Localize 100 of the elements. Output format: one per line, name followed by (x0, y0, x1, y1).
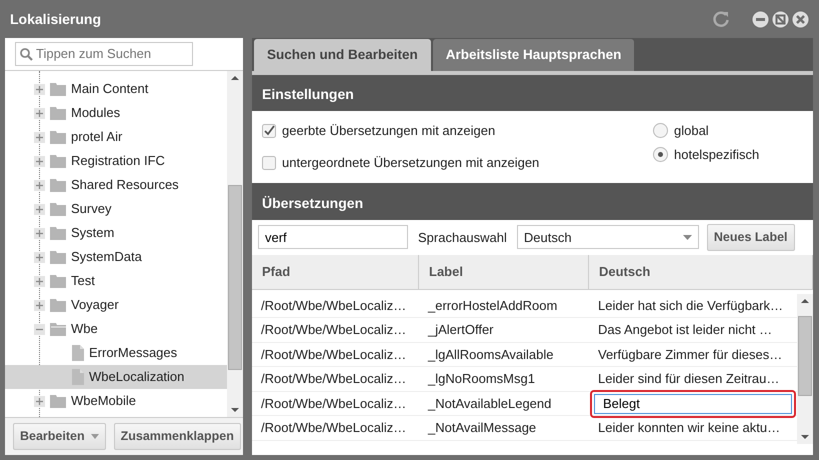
collapse-icon[interactable] (34, 324, 45, 334)
checkbox[interactable] (262, 156, 276, 170)
tree-label: System (71, 224, 114, 242)
refresh-icon[interactable] (712, 10, 730, 28)
table-cell-text: Leider hat sich die Verfügbark… (597, 296, 784, 315)
folder-icon (50, 201, 66, 217)
search-icon (20, 48, 33, 60)
table-cell-text: _errorHostelAddRoom (426, 296, 558, 315)
folder-icon (50, 177, 66, 193)
expand-icon[interactable] (34, 228, 45, 238)
checkbox[interactable] (262, 124, 276, 138)
search-field[interactable]: verf (258, 225, 408, 250)
tree-item[interactable]: WbeLocalization (5, 365, 227, 389)
tree-item[interactable]: Shared Resources (5, 173, 227, 197)
tab[interactable]: Suchen und Bearbeiten (254, 38, 431, 71)
language-label: Sprachauswahl (418, 228, 507, 247)
expand-icon[interactable] (34, 252, 45, 262)
scrollbar[interactable] (227, 71, 243, 417)
tree-label: ErrorMessages (89, 344, 178, 362)
tree-item[interactable]: protel Air (5, 125, 227, 149)
tree-label: Shared Resources (71, 176, 179, 194)
section-title: Übersetzungen (262, 194, 364, 213)
window-title: Lokalisierung (10, 10, 102, 29)
table-cell-text: Leider konnten wir keine aktu… (597, 419, 782, 438)
radio-button[interactable] (653, 147, 668, 162)
radio-button[interactable] (653, 123, 668, 138)
tree-item[interactable]: WbeMobile (5, 389, 227, 413)
new-label-button[interactable]: Neues Label (706, 224, 795, 251)
expand-icon[interactable] (34, 132, 45, 142)
column-header[interactable]: Label (419, 254, 589, 289)
expand-icon[interactable] (34, 204, 45, 214)
section-title: Einstellungen (262, 85, 354, 104)
close-icon[interactable] (792, 10, 809, 28)
tree-item[interactable]: System (5, 221, 227, 245)
table-cell-text: Verfügbare Zimmer für dieses… (597, 346, 784, 364)
caret-icon (682, 234, 692, 240)
tree-item[interactable]: SystemData (5, 245, 227, 269)
column-header[interactable]: Pfad (252, 254, 419, 289)
edit-field[interactable]: Belegt (590, 390, 796, 418)
checkbox-label: untergeordnete Übersetzungen mit anzeigen (282, 154, 540, 172)
tree-label: Voyager (71, 296, 119, 314)
tree-label: Test (71, 272, 95, 290)
tree-item[interactable]: Voyager (5, 293, 227, 317)
folder-icon (50, 153, 66, 169)
folder-icon (50, 297, 66, 313)
folder-icon (50, 249, 66, 265)
expand-icon[interactable] (34, 300, 45, 310)
tree-item[interactable]: ErrorMessages (5, 341, 227, 365)
table-cell-text: /Root/Wbe/WbeLocaliz… (260, 346, 408, 364)
collapse-button[interactable]: Zusammenklappen (114, 423, 241, 450)
tree-label: Survey (71, 200, 112, 218)
folder-icon (50, 81, 66, 97)
folder-icon (50, 273, 66, 289)
tab[interactable]: Arbeitsliste Hauptsprachen (432, 38, 634, 71)
expand-icon[interactable] (34, 180, 45, 190)
caret-icon (90, 434, 99, 439)
expand-icon[interactable] (34, 156, 45, 166)
radio-label: hotelspezifisch (674, 146, 760, 164)
table-cell-text: /Root/Wbe/WbeLocaliz… (260, 321, 408, 340)
restore-icon[interactable] (772, 10, 789, 28)
file-icon (72, 369, 84, 385)
tree-item[interactable]: Modules (5, 101, 227, 125)
tree-label: SystemData (71, 248, 142, 266)
folder-icon (50, 321, 66, 337)
expand-icon[interactable] (34, 84, 45, 94)
language-dropdown[interactable]: Deutsch (516, 225, 699, 250)
table-cell-text: /Root/Wbe/WbeLocaliz… (260, 296, 408, 315)
minimize-icon[interactable] (752, 10, 769, 28)
table-cell-text: /Root/Wbe/WbeLocaliz… (260, 394, 408, 413)
tree-label: Main Content (71, 80, 148, 98)
table-cell-text: /Root/Wbe/WbeLocaliz… (260, 419, 408, 438)
table-cell-text: _NotAvailMessage (426, 419, 538, 438)
column-header[interactable]: Deutsch (589, 254, 813, 289)
radio-label: global (674, 122, 709, 140)
table-cell-text: _lgAllRoomsAvailable (426, 346, 554, 364)
tree-item[interactable]: Registration IFC (5, 149, 227, 173)
folder-icon (50, 225, 66, 241)
checkbox-label: geerbte Übersetzungen mit anzeigen (282, 122, 496, 140)
folder-icon (50, 105, 66, 121)
scrollbar[interactable] (797, 294, 813, 444)
tree-item[interactable]: Main Content (5, 77, 227, 101)
file-icon (72, 345, 84, 361)
expand-icon[interactable] (34, 108, 45, 118)
search-field[interactable]: Tippen zum Suchen (15, 42, 193, 66)
tree-item[interactable]: Test (5, 269, 227, 293)
tree-label: Wbe (71, 320, 98, 338)
tree-item[interactable]: Wbe (5, 317, 227, 341)
table-cell-text: _lgNoRoomsMsg1 (426, 370, 536, 388)
expand-icon[interactable] (34, 396, 45, 406)
tree-label: WbeLocalization (89, 368, 184, 386)
dropdown-button[interactable]: Bearbeiten (13, 423, 106, 450)
table-cell-text: _jAlertOffer (426, 321, 495, 340)
folder-icon (50, 129, 66, 145)
tree-item[interactable]: Survey (5, 197, 227, 221)
table-cell-text: Leider sind für diesen Zeitrau… (597, 370, 780, 388)
tree-label: Registration IFC (71, 152, 165, 170)
tree-label: protel Air (71, 128, 122, 146)
expand-icon[interactable] (34, 276, 45, 286)
tree-label: WbeMobile (71, 392, 136, 410)
table-cell-text: _NotAvailableLegend (426, 394, 552, 413)
